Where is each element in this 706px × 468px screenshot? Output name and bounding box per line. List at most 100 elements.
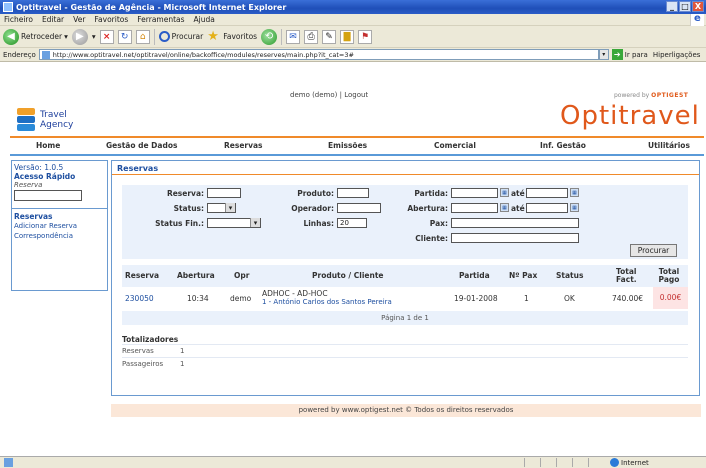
calendar-icon[interactable]: ▦ bbox=[500, 203, 509, 212]
minimize-button[interactable]: _ bbox=[666, 1, 678, 12]
partida-from-input[interactable] bbox=[451, 188, 498, 198]
menu-ajuda[interactable]: Ajuda bbox=[194, 15, 215, 24]
menu-editar[interactable]: Editar bbox=[42, 15, 64, 24]
back-dropdown-icon: ▾ bbox=[64, 32, 68, 41]
window-titlebar: Optitravel - Gestão de Agência - Microso… bbox=[0, 0, 706, 14]
totals-row: Passageiros 1 bbox=[122, 357, 688, 370]
cliente-input[interactable] bbox=[451, 233, 579, 243]
search-button[interactable]: Procurar bbox=[630, 244, 677, 257]
address-bar: Endereço http://www.optitravel.net/optit… bbox=[0, 48, 706, 62]
links-label[interactable]: Hiperligações bbox=[653, 51, 701, 59]
quick-reserva-input[interactable] bbox=[14, 190, 82, 201]
totals-section: Totalizadores Reservas 1 Passageiros 1 bbox=[122, 335, 688, 370]
ie-throbber-icon bbox=[690, 13, 704, 26]
status-select[interactable] bbox=[207, 203, 236, 213]
row-partida: 19-01-2008 bbox=[454, 294, 498, 303]
col-produto-cliente[interactable]: Produto / Cliente bbox=[312, 272, 384, 280]
search-button[interactable]: Procurar bbox=[158, 31, 204, 42]
row-cliente-link[interactable]: 1 - António Carlos dos Santos Pereira bbox=[262, 298, 392, 306]
search-form: Reserva: Status: Status Fin.: Produto: O… bbox=[122, 185, 688, 259]
col-reserva[interactable]: Reserva bbox=[125, 272, 159, 280]
nav-gestao-dados[interactable]: Gestão de Dados bbox=[106, 141, 177, 150]
col-total-fact[interactable]: Total Fact. bbox=[616, 268, 637, 284]
abertura-from-input[interactable] bbox=[451, 203, 498, 213]
close-button[interactable]: X bbox=[692, 1, 704, 12]
mail-button[interactable]: ✉ bbox=[286, 29, 301, 44]
star-icon: ★ bbox=[207, 28, 219, 44]
print-button[interactable]: ⎙ bbox=[304, 29, 319, 44]
produto-label: Produto: bbox=[297, 189, 334, 198]
reservas-panel: Reservas Reserva: Status: Status Fin.: P… bbox=[111, 160, 700, 396]
go-button[interactable]: ➔ Ir para bbox=[611, 49, 648, 60]
operador-input[interactable] bbox=[337, 203, 381, 213]
window-controls: _ □ X bbox=[666, 1, 704, 12]
sidebar-reservas-title: Reservas bbox=[14, 212, 53, 221]
menu-ver[interactable]: Ver bbox=[73, 15, 85, 24]
search-label: Procurar bbox=[171, 32, 204, 41]
abertura-label: Abertura: bbox=[407, 204, 448, 213]
status-fin-select[interactable] bbox=[207, 218, 261, 228]
col-npax[interactable]: Nº Pax bbox=[509, 272, 537, 280]
linhas-input[interactable]: 20 bbox=[337, 218, 367, 228]
nav-comercial[interactable]: Comercial bbox=[434, 141, 476, 150]
status-cell bbox=[524, 458, 538, 467]
row-reserva-link[interactable]: 230050 bbox=[125, 294, 154, 303]
nav-reservas[interactable]: Reservas bbox=[224, 141, 263, 150]
menu-ficheiro[interactable]: Ficheiro bbox=[4, 15, 33, 24]
nav-home[interactable]: Home bbox=[36, 141, 60, 150]
nav-emissoes[interactable]: Emissões bbox=[328, 141, 367, 150]
favorites-button[interactable]: ★ Favoritos bbox=[207, 28, 257, 44]
messenger-button[interactable]: ⚑ bbox=[358, 29, 373, 44]
calendar-icon[interactable]: ▦ bbox=[570, 203, 579, 212]
linhas-label: Linhas: bbox=[303, 219, 334, 228]
calendar-icon[interactable]: ▦ bbox=[570, 188, 579, 197]
user-logout-link[interactable]: demo (demo) | Logout bbox=[290, 91, 368, 99]
totals-reservas-label: Reservas bbox=[122, 347, 154, 355]
sidebar-link-adicionar-reserva[interactable]: Adicionar Reserva bbox=[14, 221, 105, 231]
calendar-icon[interactable]: ▦ bbox=[500, 188, 509, 197]
back-label: Retroceder bbox=[21, 32, 63, 41]
stop-button[interactable]: × bbox=[99, 29, 114, 44]
col-partida[interactable]: Partida bbox=[459, 272, 490, 280]
partida-to-input[interactable] bbox=[526, 188, 568, 198]
col-abertura[interactable]: Abertura bbox=[177, 272, 215, 280]
folder-button[interactable]: ▇ bbox=[340, 29, 355, 44]
search-icon bbox=[158, 31, 170, 42]
address-input[interactable]: http://www.optitravel.net/optitravel/onl… bbox=[38, 49, 599, 60]
address-dropdown-icon[interactable]: ▾ bbox=[598, 49, 609, 60]
refresh-button[interactable]: ↻ bbox=[117, 29, 132, 44]
agency-logo-line1: Travel bbox=[40, 110, 67, 120]
partida-ate-label: até bbox=[511, 189, 525, 198]
forward-button[interactable]: ▶ bbox=[71, 28, 88, 45]
back-button[interactable]: ◀ Retroceder ▾ bbox=[3, 28, 68, 45]
partida-label: Partida: bbox=[414, 189, 448, 198]
totals-row: Reservas 1 bbox=[122, 344, 688, 357]
pax-input[interactable] bbox=[451, 218, 579, 228]
nav-utilitarios[interactable]: Utilitários bbox=[648, 141, 690, 150]
reserva-label: Reserva: bbox=[166, 189, 204, 198]
abertura-to-input[interactable] bbox=[526, 203, 568, 213]
reserva-input[interactable] bbox=[207, 188, 241, 198]
history-button[interactable]: ⟲ bbox=[261, 28, 278, 45]
row-total-pago: 0.00€ bbox=[653, 287, 688, 309]
edit-button[interactable]: ✎ bbox=[322, 29, 337, 44]
totals-title: Totalizadores bbox=[122, 335, 179, 344]
pax-label: Pax: bbox=[429, 219, 448, 228]
agency-logo-bar-lightblue bbox=[17, 124, 35, 131]
produto-input[interactable] bbox=[337, 188, 369, 198]
col-total-pago[interactable]: Total Pago bbox=[658, 268, 680, 284]
col-total-fact-line2: Fact. bbox=[616, 275, 637, 284]
menu-ferramentas[interactable]: Ferramentas bbox=[137, 15, 184, 24]
sidebar-link-correspondencia[interactable]: Correspondência bbox=[14, 231, 105, 241]
menu-favoritos[interactable]: Favoritos bbox=[94, 15, 128, 24]
col-status[interactable]: Status bbox=[556, 272, 583, 280]
row-opr: demo bbox=[230, 294, 252, 303]
optigest-logo: OPTIGEST bbox=[651, 92, 689, 99]
maximize-button[interactable]: □ bbox=[679, 1, 691, 12]
forward-dropdown-icon[interactable]: ▾ bbox=[92, 32, 96, 41]
home-button[interactable]: ⌂ bbox=[135, 29, 150, 44]
nav-inf-gestao[interactable]: Inf. Gestão bbox=[540, 141, 586, 150]
nav-divider bbox=[10, 154, 704, 156]
col-opr[interactable]: Opr bbox=[234, 272, 249, 280]
version-text: Versão: 1.0.5 bbox=[14, 163, 64, 172]
